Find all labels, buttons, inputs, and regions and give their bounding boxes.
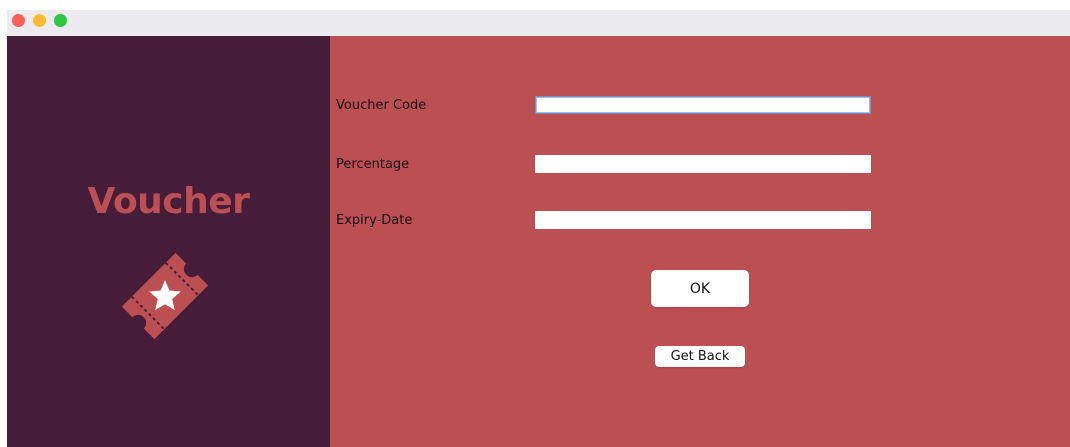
expiry-date-label: Expiry-Date: [336, 213, 413, 228]
voucher-code-label: Voucher Code: [336, 98, 427, 113]
get-back-button[interactable]: Get Back: [655, 346, 745, 367]
percentage-label: Percentage: [336, 157, 410, 172]
maximize-window-button[interactable]: [54, 14, 67, 27]
main-panel: Voucher Code Percentage Expiry-Date OK G…: [330, 36, 1070, 447]
expiry-date-input[interactable]: [535, 211, 871, 229]
sidebar-title: Voucher: [87, 181, 250, 222]
percentage-input[interactable]: [535, 155, 871, 173]
minimize-window-button[interactable]: [33, 14, 46, 27]
sidebar-panel: Voucher: [7, 36, 330, 447]
voucher-code-input[interactable]: [535, 96, 871, 114]
close-window-button[interactable]: [12, 14, 25, 27]
ticket-star-icon: [121, 252, 209, 340]
content-area: Voucher Voucher Code Percentage Expiry-D…: [7, 36, 1070, 447]
ok-button[interactable]: OK: [651, 270, 749, 307]
title-bar: [7, 10, 1070, 36]
app-window: Voucher Voucher Code Percentage Expiry-D…: [7, 10, 1070, 447]
